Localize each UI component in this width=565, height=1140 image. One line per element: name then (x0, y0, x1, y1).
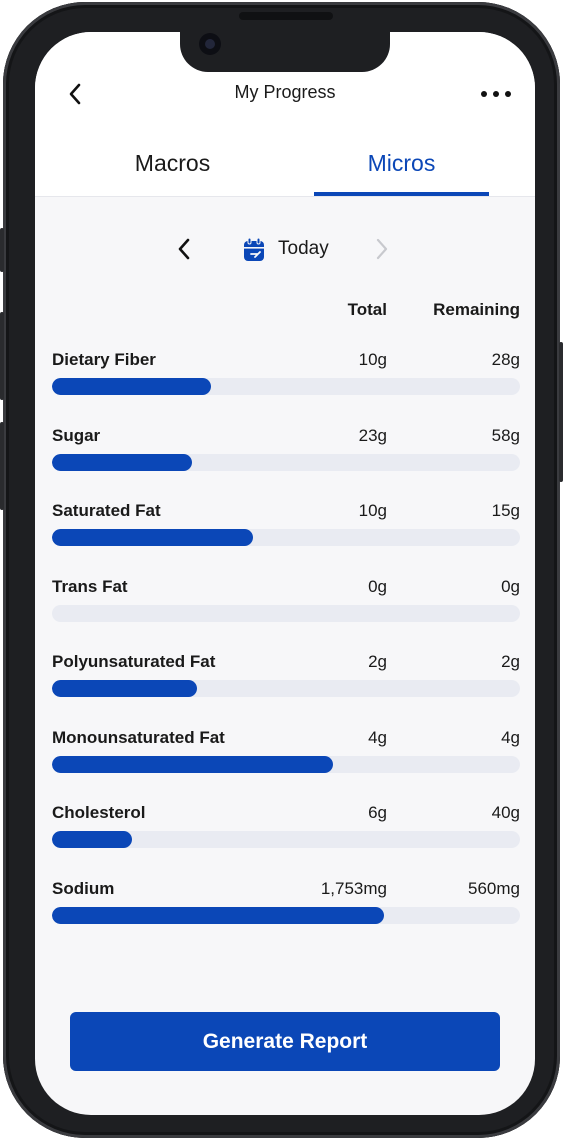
nutrient-remaining: 560mg (468, 879, 520, 898)
progress-fill (52, 378, 212, 395)
page-title: My Progress (234, 82, 336, 102)
nutrient-total: 2g (368, 652, 387, 671)
next-day-button[interactable] (374, 237, 390, 266)
progress-track (52, 907, 520, 924)
nutrient-name: Cholesterol (52, 803, 146, 822)
progress-fill (52, 680, 198, 697)
app-screen: My Progress Macros Micros Today Total Re… (35, 32, 535, 1115)
nutrient-row: Dietary Fiber 10g 28g (52, 350, 520, 400)
nutrient-total: 23g (358, 426, 387, 445)
progress-fill (52, 529, 254, 546)
tab-micros[interactable]: Micros (314, 150, 489, 198)
progress-fill (52, 454, 193, 471)
nutrient-remaining: 40g (491, 803, 520, 822)
nutrient-row: Sodium 1,753mg 560mg (52, 879, 520, 929)
nutrient-remaining: 4g (501, 728, 520, 747)
nutrient-name: Sodium (52, 879, 115, 898)
date-navigator: Today (35, 235, 535, 265)
progress-fill (52, 907, 385, 924)
more-horizontal-icon (481, 91, 487, 97)
nutrient-row: Trans Fat 0g 0g (52, 577, 520, 627)
nutrient-remaining: 58g (491, 426, 520, 445)
generate-report-button[interactable]: Generate Report (70, 1012, 500, 1071)
nutrient-total: 0g (368, 577, 387, 596)
nutrient-remaining: 0g (501, 577, 520, 596)
nutrient-remaining: 2g (501, 652, 520, 671)
previous-day-button[interactable] (176, 237, 192, 266)
volume-up-button (0, 312, 4, 400)
more-options-button[interactable] (481, 84, 511, 104)
nutrient-name: Saturated Fat (52, 501, 161, 520)
nutrient-name: Sugar (52, 426, 101, 445)
action-button (0, 228, 4, 272)
chevron-left-icon (178, 238, 190, 260)
nutrient-total: 10g (358, 501, 387, 520)
power-button (559, 342, 563, 482)
nutrient-total: 4g (368, 728, 387, 747)
nutrient-name: Dietary Fiber (52, 350, 156, 369)
chevron-right-icon (376, 238, 388, 260)
camera-icon (199, 33, 221, 55)
progress-track (52, 756, 520, 773)
more-horizontal-icon (493, 91, 499, 97)
volume-down-button (0, 422, 4, 510)
nutrient-name: Trans Fat (52, 577, 128, 596)
progress-track (52, 831, 520, 848)
header-divider (35, 196, 535, 197)
nutrient-name: Polyunsaturated Fat (52, 652, 216, 671)
nutrient-row: Polyunsaturated Fat 2g 2g (52, 652, 520, 702)
progress-track (52, 680, 520, 697)
nutrient-row: Monounsaturated Fat 4g 4g (52, 728, 520, 778)
nutrient-total: 1,753mg (320, 879, 387, 898)
progress-track (52, 605, 520, 622)
nutrient-total: 10g (358, 350, 387, 369)
date-label: Today (278, 238, 329, 259)
progress-fill (52, 756, 333, 773)
phone-frame: My Progress Macros Micros Today Total Re… (0, 2, 563, 1138)
progress-track (52, 529, 520, 546)
progress-track (52, 378, 520, 395)
progress-track (52, 454, 520, 471)
nutrient-name: Monounsaturated Fat (52, 728, 225, 747)
nutrient-remaining: 15g (491, 501, 520, 520)
nutrient-row: Saturated Fat 10g 15g (52, 501, 520, 551)
nutrient-row: Sugar 23g 58g (52, 426, 520, 476)
progress-fill (52, 831, 132, 848)
tab-macros[interactable]: Macros (85, 150, 260, 198)
calendar-icon (244, 237, 264, 261)
nutrient-row: Cholesterol 6g 40g (52, 803, 520, 853)
more-horizontal-icon (505, 91, 511, 97)
nutrient-total: 6g (368, 803, 387, 822)
speaker-grille (239, 12, 333, 20)
column-header-total: Total (347, 300, 387, 319)
column-header-remaining: Remaining (433, 300, 520, 319)
nutrient-remaining: 28g (491, 350, 520, 369)
